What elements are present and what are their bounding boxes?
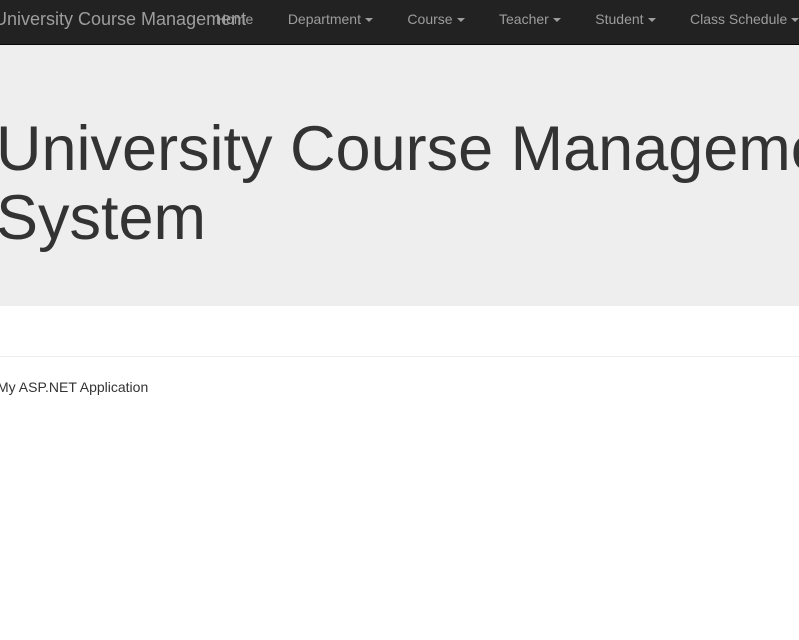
caret-down-icon (791, 18, 799, 23)
caret-down-icon (456, 18, 465, 23)
caret-down-icon (552, 18, 561, 23)
jumbotron: University Course Management System (0, 45, 799, 306)
nav-item-home[interactable]: Home (201, 0, 268, 38)
nav-item-class-schedule[interactable]: Class Schedule (675, 0, 799, 38)
nav-item-label: Home (216, 11, 254, 27)
nav-item-label: Department (287, 11, 361, 27)
footer-text: My ASP.NET Application (0, 379, 149, 395)
nav-item-course[interactable]: Course (392, 0, 479, 38)
caret-down-icon (364, 18, 373, 23)
nav-menu: Home Department Course Teacher Student C… (201, 0, 799, 38)
nav-item-student[interactable]: Student (580, 0, 670, 38)
nav-item-label: Class Schedule (690, 11, 788, 27)
caret-down-icon (647, 18, 656, 23)
nav-item-teacher[interactable]: Teacher (484, 0, 576, 38)
nav-item-department[interactable]: Department (273, 0, 388, 38)
page-title-line2: System (0, 183, 207, 253)
page-title: University Course Management System (0, 115, 799, 253)
page-title-line1: University Course Management (0, 114, 799, 184)
nav-item-label: Course (407, 11, 453, 27)
footer-divider (0, 356, 799, 357)
nav-item-label: Teacher (499, 11, 549, 27)
top-navbar: University Course Management Home Depart… (0, 0, 799, 45)
nav-item-label: Student (595, 11, 644, 27)
